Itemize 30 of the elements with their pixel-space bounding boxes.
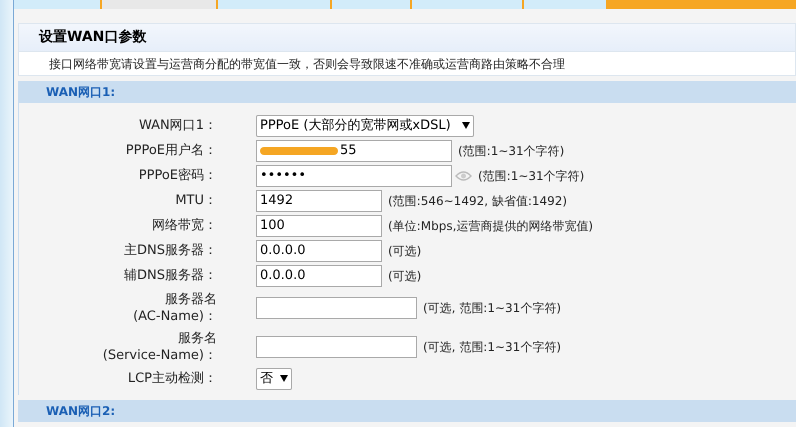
field-label: WAN网口1：	[138, 117, 217, 134]
dropdown[interactable]: 否	[256, 368, 292, 390]
field-label: 服务名 (Service-Name)：	[102, 330, 217, 364]
hint-text: (范围:546~1492, 缺省值:1492)	[388, 192, 568, 210]
field-label: 网络带宽：	[152, 217, 217, 234]
hint-text: (可选, 范围:1~31个字符)	[423, 300, 561, 316]
input-field[interactable]: 100	[256, 214, 382, 236]
field-label: PPPoE用户名：	[126, 142, 217, 159]
hint-text: (范围:1~31个字符)	[478, 168, 584, 184]
hint-text: (可选, 范围:1~31个字符)	[423, 338, 561, 356]
section-title: WAN网口1:	[46, 84, 116, 101]
input-field[interactable]: 0.0.0.0	[256, 240, 382, 262]
hint-text: (单位:Mbps,运营商提供的网络带宽值)	[388, 218, 594, 234]
input-field[interactable]: ••••••	[256, 164, 452, 186]
note-text: 接口网络带宽请设置与运营商分配的带宽值一致，否则会导致限速不准确或运营商路由策略不合理	[49, 56, 565, 72]
hint-text: (可选)	[388, 242, 422, 260]
section-title: WAN网口2:	[46, 403, 116, 420]
field-label: PPPoE密码：	[138, 167, 217, 184]
field-label: 辅DNS服务器：	[124, 267, 217, 284]
dropdown[interactable]: PPPoE (大部分的宽带网或xDSL)	[256, 114, 474, 136]
hint-text: (可选)	[388, 268, 422, 284]
field-label: 服务器名 (AC-Name)：	[133, 290, 217, 324]
input-field[interactable]: 55	[256, 140, 452, 162]
input-field[interactable]: 1492	[256, 190, 382, 212]
panel-title: 设置WAN口参数	[39, 28, 146, 47]
input-field[interactable]: 0.0.0.0	[256, 264, 382, 286]
field-label: MTU：	[175, 192, 217, 209]
field-label: LCP主动检测：	[128, 370, 217, 387]
field-label: 主DNS服务器：	[124, 242, 217, 259]
hint-text: (范围:1~31个字符)	[458, 142, 564, 160]
